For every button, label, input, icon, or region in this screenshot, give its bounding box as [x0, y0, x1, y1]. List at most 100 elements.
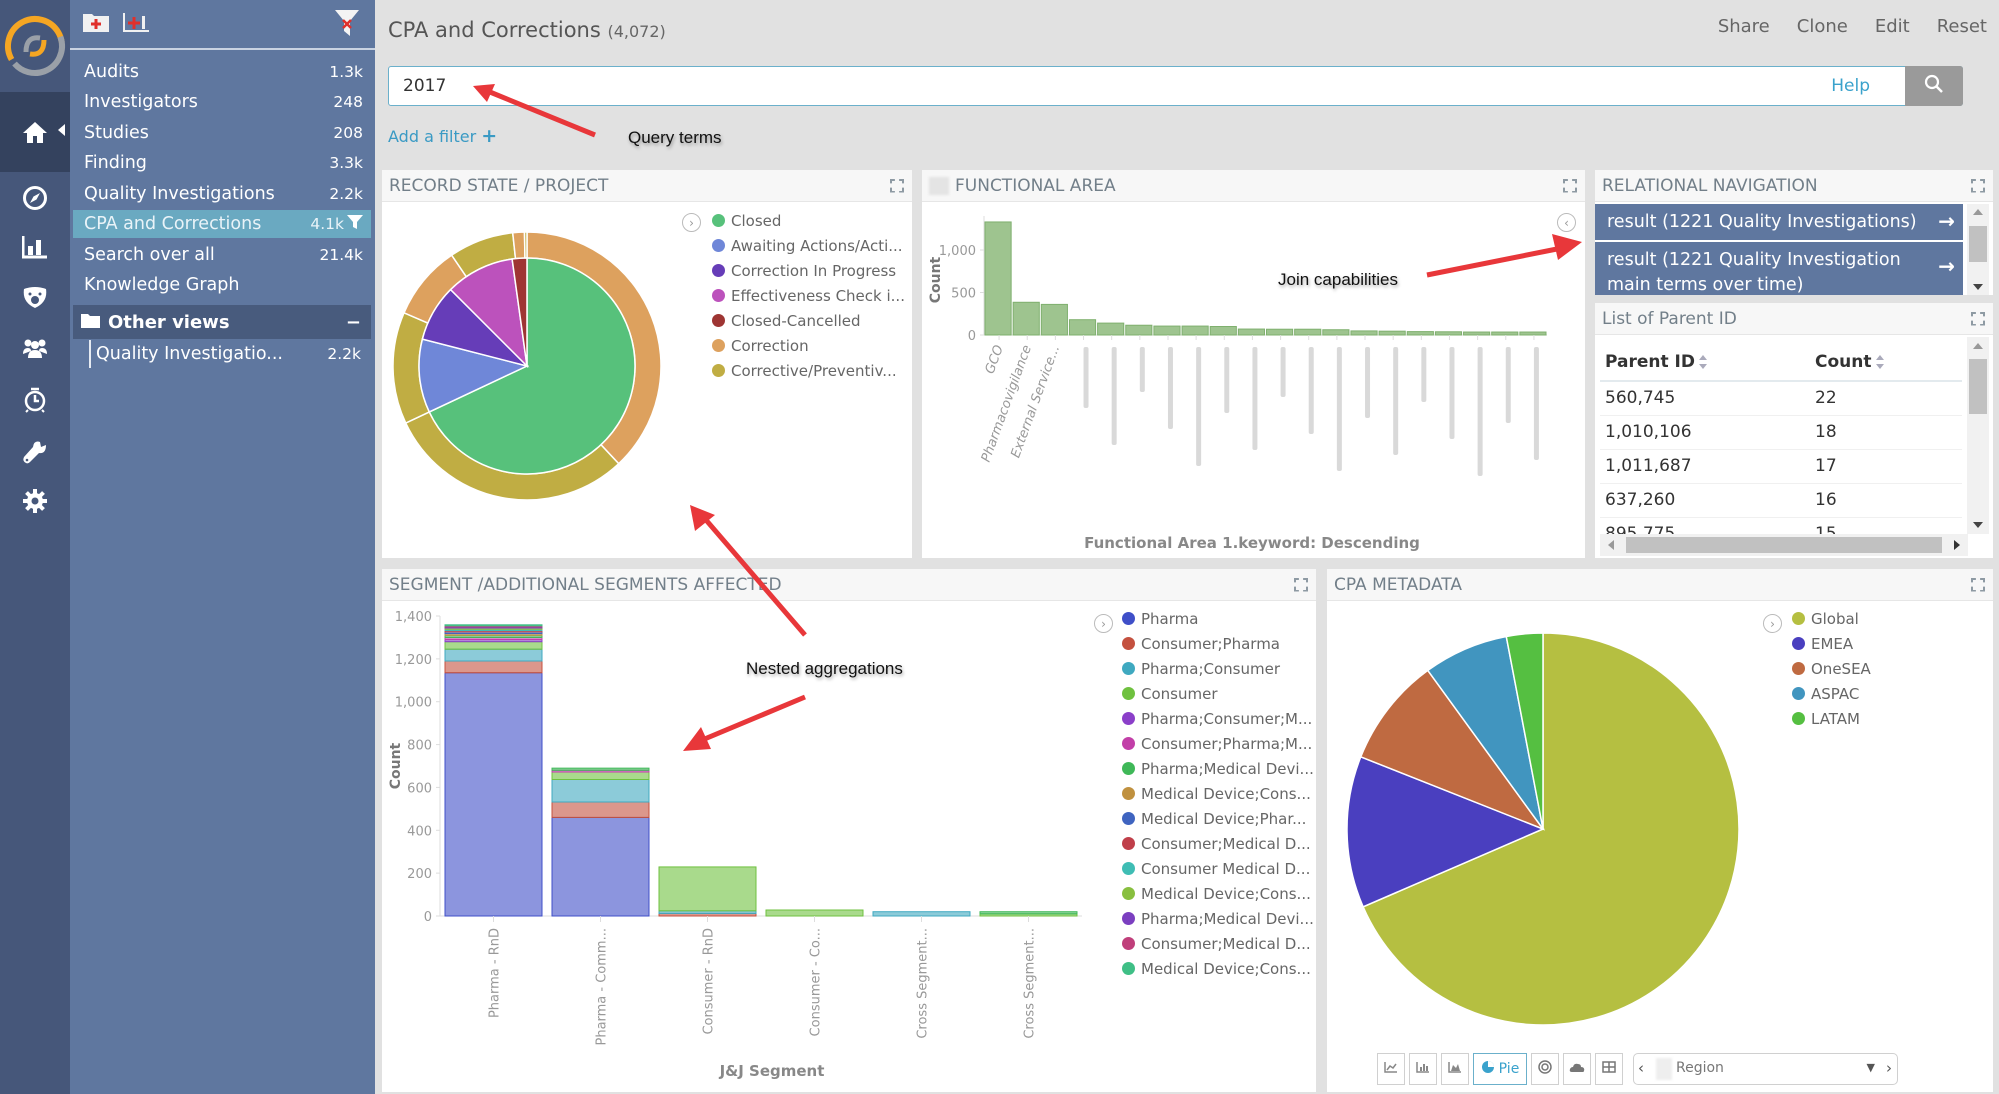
scroll-thumb[interactable]	[1969, 226, 1987, 262]
legend-item[interactable]: LATAM	[1792, 706, 1871, 731]
legend-item[interactable]: Pharma;Medical Devi...	[1122, 906, 1314, 931]
legend-item[interactable]: ASPAC	[1792, 681, 1871, 706]
bear-icon[interactable]	[18, 281, 52, 315]
dropdown-caret-icon[interactable]: ▼	[1867, 1061, 1875, 1074]
other-views-header[interactable]: Other views −	[73, 305, 371, 339]
reset-button[interactable]: Reset	[1937, 16, 1987, 37]
bar-chart-button[interactable]	[1409, 1053, 1437, 1085]
sidebar-item-studies[interactable]: Studies 208	[73, 119, 371, 147]
table-row[interactable]: 1,010,106 18	[1600, 415, 1962, 450]
gear-icon[interactable]	[18, 484, 52, 518]
scroll-down-icon[interactable]	[1973, 522, 1983, 528]
scroll-left-icon[interactable]	[1608, 540, 1614, 550]
legend-toggle-icon[interactable]: ›	[1094, 614, 1113, 633]
scroll-down-icon[interactable]	[1973, 284, 1983, 290]
target-button[interactable]	[1531, 1053, 1559, 1085]
legend-item[interactable]: Awaiting Actions/Acti...	[712, 233, 905, 258]
relational-link-quality-investigations[interactable]: result (1221 Quality Investigations) →	[1595, 204, 1963, 240]
collapse-caret-icon[interactable]	[58, 124, 65, 136]
table-row[interactable]: 637,260 16	[1600, 483, 1962, 518]
wrench-icon[interactable]	[18, 435, 52, 469]
legend-item[interactable]: Correction In Progress	[712, 258, 905, 283]
add-dashboard-icon[interactable]	[122, 11, 150, 37]
sidebar-item-quality-investigations[interactable]: Quality Investigations 2.2k	[73, 180, 371, 208]
help-link[interactable]: Help	[1831, 76, 1870, 96]
cloud-button[interactable]	[1563, 1053, 1591, 1085]
column-header-parent-id[interactable]: Parent ID	[1600, 343, 1810, 382]
sort-icon[interactable]	[1875, 354, 1885, 369]
scroll-thumb[interactable]	[1969, 359, 1987, 414]
legend-item[interactable]: Pharma;Consumer;M...	[1122, 706, 1314, 731]
area-chart-button[interactable]	[1441, 1053, 1469, 1085]
table-row[interactable]: 1,011,687 17	[1600, 449, 1962, 484]
app-logo[interactable]	[0, 0, 70, 92]
legend-item[interactable]: Consumer;Pharma	[1122, 631, 1314, 656]
legend-item[interactable]: Consumer;Medical D...	[1122, 831, 1314, 856]
table-button[interactable]	[1595, 1053, 1623, 1085]
column-header-count[interactable]: Count	[1810, 343, 1962, 382]
sidebar-item-audits[interactable]: Audits 1.3k	[73, 58, 371, 86]
filter-icon[interactable]	[347, 214, 363, 235]
scroll-right-icon[interactable]	[1954, 540, 1960, 550]
legend-item[interactable]: EMEA	[1792, 631, 1871, 656]
pie-chart-button[interactable]: Pie	[1473, 1053, 1527, 1085]
sidebar-item-quality-investigations-view[interactable]: Quality Investigatio... 2.2k	[89, 340, 369, 368]
clone-button[interactable]: Clone	[1797, 16, 1848, 37]
table-vertical-scrollbar[interactable]	[1967, 337, 1989, 534]
legend-item[interactable]: Corrective/Preventiv...	[712, 358, 905, 383]
legend-item[interactable]: Medical Device;Cons...	[1122, 956, 1314, 981]
legend-item[interactable]: OneSEA	[1792, 656, 1871, 681]
legend-item[interactable]: Closed-Cancelled	[712, 308, 905, 333]
legend-item[interactable]: Consumer;Pharma;M...	[1122, 731, 1314, 756]
sort-icon[interactable]	[1698, 354, 1708, 369]
legend-item[interactable]: Pharma;Consumer	[1122, 656, 1314, 681]
add-folder-icon[interactable]	[82, 11, 110, 37]
next-field-icon[interactable]: ›	[1886, 1059, 1892, 1077]
users-icon[interactable]	[18, 331, 52, 365]
compass-icon[interactable]	[18, 181, 52, 215]
scroll-thumb[interactable]	[1626, 537, 1942, 553]
legend-item[interactable]: Pharma	[1122, 606, 1314, 631]
sidebar-item-cpa-and-corrections[interactable]: CPA and Corrections 4.1k	[73, 210, 371, 238]
fullscreen-icon[interactable]	[1971, 312, 1985, 326]
legend-item[interactable]: Consumer	[1122, 681, 1314, 706]
scroll-up-icon[interactable]	[1973, 343, 1983, 349]
legend-item[interactable]: Global	[1792, 606, 1871, 631]
legend-item[interactable]: Effectiveness Check i...	[712, 283, 905, 308]
prev-field-icon[interactable]: ‹	[1638, 1059, 1644, 1077]
home-icon[interactable]	[18, 115, 52, 149]
fullscreen-icon[interactable]	[890, 179, 904, 193]
sidebar-item-finding[interactable]: Finding 3.3k	[73, 149, 371, 177]
search-button[interactable]	[1905, 66, 1963, 106]
legend-item[interactable]: Closed	[712, 208, 905, 233]
table-row[interactable]: 560,745 22	[1600, 381, 1962, 416]
sidebar-item-investigators[interactable]: Investigators 248	[73, 88, 371, 116]
legend-toggle-icon[interactable]: ›	[1763, 614, 1782, 633]
fullscreen-icon[interactable]	[1971, 179, 1985, 193]
clear-filters-icon[interactable]	[334, 9, 360, 41]
alarm-clock-icon[interactable]	[18, 383, 52, 417]
relational-link-main-terms[interactable]: result (1221 Quality Investigation main …	[1595, 242, 1963, 295]
legend-toggle-icon[interactable]: ›	[682, 213, 701, 232]
fullscreen-icon[interactable]	[1971, 578, 1985, 592]
edit-button[interactable]: Edit	[1875, 16, 1910, 37]
legend-item[interactable]: Medical Device;Phar...	[1122, 806, 1314, 831]
relational-scrollbar[interactable]	[1967, 204, 1989, 295]
sidebar-item-knowledge-graph[interactable]: Knowledge Graph	[73, 271, 371, 299]
scroll-up-icon[interactable]	[1973, 209, 1983, 215]
table-horizontal-scrollbar[interactable]	[1600, 534, 1968, 556]
legend-item[interactable]: Medical Device;Cons...	[1122, 881, 1314, 906]
fullscreen-icon[interactable]	[1294, 578, 1308, 592]
bar-chart-icon[interactable]	[18, 230, 52, 264]
legend-item[interactable]: Pharma;Medical Devi...	[1122, 756, 1314, 781]
collapse-button[interactable]: −	[346, 312, 361, 333]
legend-item[interactable]: Consumer Medical D...	[1122, 856, 1314, 881]
sidebar-item-search-over-all[interactable]: Search over all 21.4k	[73, 241, 371, 269]
legend-item[interactable]: Medical Device;Cons...	[1122, 781, 1314, 806]
fullscreen-icon[interactable]	[1563, 179, 1577, 193]
line-chart-button[interactable]	[1377, 1053, 1405, 1085]
legend-item[interactable]: Consumer;Medical D...	[1122, 931, 1314, 956]
field-select[interactable]: ‹ Region ▼ ›	[1633, 1053, 1898, 1085]
legend-item[interactable]: Correction	[712, 333, 905, 358]
share-button[interactable]: Share	[1718, 16, 1770, 37]
